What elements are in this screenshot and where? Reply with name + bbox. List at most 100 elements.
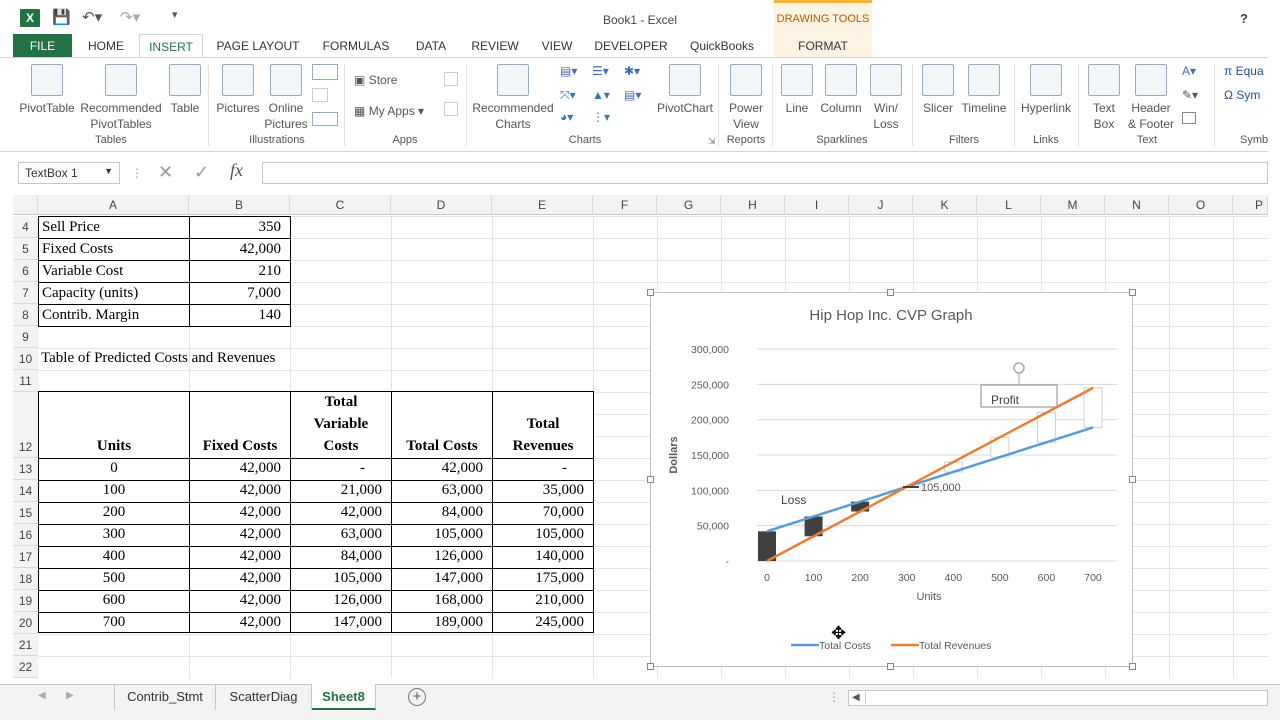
input-label[interactable]: Capacity (units) [42, 285, 138, 302]
y-axis-ticks[interactable]: - 50,000 100,000 150,000 200,000 250,000 300,0… [691, 344, 729, 568]
header-total-costs[interactable]: Total Costs [392, 438, 492, 455]
sheet-tab-sheet8[interactable]: Sheet8 [312, 684, 376, 710]
input-label[interactable]: Variable Cost [42, 263, 123, 280]
table-cell[interactable]: 147,000 [291, 614, 391, 631]
pivottable-button[interactable]: PivotTable [18, 64, 76, 116]
area-chart-icon[interactable]: ▲▾ [592, 88, 610, 102]
table-cell[interactable]: 105,000 [392, 526, 492, 543]
smartart-icon[interactable] [312, 88, 328, 102]
column-header[interactable]: O [1169, 195, 1233, 215]
column-header[interactable]: A [38, 195, 189, 215]
recommended-pivottables-button[interactable]: Recommended PivotTables [78, 64, 164, 132]
row-header[interactable]: 11 [13, 370, 38, 392]
pictures-button[interactable]: Pictures [214, 64, 262, 116]
column-header[interactable]: J [849, 195, 913, 215]
help-button[interactable]: ? [1240, 11, 1248, 26]
recommended-charts-button[interactable]: Recommended Charts [470, 64, 556, 132]
sparkline-column-button[interactable]: Column [818, 64, 864, 116]
bing-maps-icon[interactable] [444, 72, 458, 86]
table-cell[interactable]: 42,000 [190, 504, 290, 521]
table-cell[interactable]: 84,000 [392, 504, 492, 521]
resize-handle[interactable] [647, 476, 654, 483]
row-header[interactable]: 9 [13, 326, 38, 348]
table-cell[interactable]: 300 [39, 526, 189, 543]
row-header[interactable]: 21 [13, 634, 38, 656]
select-all-corner[interactable] [13, 195, 38, 215]
column-header[interactable]: L [977, 195, 1041, 215]
input-label[interactable]: Fixed Costs [42, 241, 113, 258]
rotate-handle-icon[interactable] [1013, 362, 1025, 374]
x-axis-ticks[interactable]: 0 100 200 300 400 500 600 700 [764, 572, 1102, 584]
column-chart-icon[interactable]: ▤▾ [560, 64, 577, 78]
header-units[interactable]: Units [39, 438, 189, 455]
table-cell[interactable]: 400 [39, 548, 189, 565]
stock-chart-icon[interactable]: ▤▾ [624, 88, 641, 102]
chart-series[interactable] [766, 386, 1094, 563]
table-cell[interactable]: 210,000 [493, 592, 593, 609]
table-title[interactable]: Table of Predicted Costs and Revenues [41, 350, 275, 367]
column-header[interactable]: M [1041, 195, 1105, 215]
row-header[interactable]: 8 [13, 304, 38, 326]
formula-input[interactable] [262, 162, 1268, 184]
row-header[interactable]: 13 [13, 458, 38, 480]
breakeven-label[interactable]: 105,000 [921, 482, 961, 494]
tab-page-layout[interactable]: PAGE LAYOUT [212, 34, 304, 58]
object-icon[interactable] [1182, 112, 1196, 124]
resize-handle[interactable] [887, 289, 894, 296]
row-header[interactable]: 16 [13, 524, 38, 546]
chart-legend[interactable]: Total Costs Total Revenues [791, 640, 991, 652]
row-header[interactable]: 14 [13, 480, 38, 502]
table-cell[interactable]: 245,000 [493, 614, 593, 631]
symbol-button[interactable]: Ω Sym [1224, 88, 1260, 102]
name-box[interactable]: TextBox 1 ▼ [18, 162, 120, 184]
column-header[interactable]: B [189, 195, 290, 215]
wordart-icon[interactable]: A▾ [1182, 64, 1196, 78]
table-cell[interactable]: 63,000 [291, 526, 391, 543]
row-header[interactable]: 19 [13, 590, 38, 612]
hyperlink-button[interactable]: Hyperlink [1018, 64, 1074, 116]
row-header[interactable]: 12 [13, 392, 38, 458]
chart-title[interactable]: Hip Hop Inc. CVP Graph [809, 307, 972, 324]
cancel-entry-icon[interactable]: ✕ [158, 162, 173, 183]
bar-chart-icon[interactable]: ☰▾ [592, 64, 609, 78]
signature-line-icon[interactable]: ✎▾ [1182, 88, 1198, 102]
table-cell[interactable]: 42,000 [190, 570, 290, 587]
cvp-chart[interactable]: Hip Hop Inc. CVP Graph - 50,000 100,000 150… [650, 292, 1133, 667]
table-cell[interactable]: 100 [39, 482, 189, 499]
row-header[interactable]: 7 [13, 282, 38, 304]
row-header[interactable]: 6 [13, 260, 38, 282]
shapes-icon[interactable] [312, 64, 338, 80]
online-pictures-button[interactable]: Online Pictures [264, 64, 308, 132]
resize-handle[interactable] [1129, 476, 1136, 483]
table-cell[interactable]: 21,000 [291, 482, 391, 499]
table-cell[interactable]: 175,000 [493, 570, 593, 587]
table-cell[interactable]: 42,000 [291, 504, 391, 521]
input-value[interactable]: 7,000 [190, 285, 290, 302]
timeline-button[interactable]: Timeline [958, 64, 1010, 116]
profit-label[interactable]: Profit [991, 393, 1020, 407]
table-cell[interactable]: - [493, 460, 593, 477]
row-header[interactable]: 22 [13, 656, 38, 678]
table-cell[interactable]: 42,000 [190, 482, 290, 499]
text-box-button[interactable]: Text Box [1084, 64, 1124, 132]
tab-insert[interactable]: INSERT [139, 34, 203, 58]
column-header[interactable]: H [721, 195, 785, 215]
column-header[interactable]: E [492, 195, 593, 215]
table-cell[interactable]: 168,000 [392, 592, 492, 609]
tab-view[interactable]: VIEW [534, 34, 580, 58]
tab-file[interactable]: FILE [13, 34, 72, 58]
confirm-entry-icon[interactable]: ✓ [194, 162, 209, 183]
table-cell[interactable]: 105,000 [493, 526, 593, 543]
table-cell[interactable]: 0 [39, 460, 189, 477]
row-header[interactable]: 18 [13, 568, 38, 590]
tab-formulas[interactable]: FORMULAS [316, 34, 396, 58]
table-cell[interactable]: 140,000 [493, 548, 593, 565]
table-cell[interactable]: 63,000 [392, 482, 492, 499]
input-value[interactable]: 42,000 [190, 241, 290, 258]
horizontal-scrollbar[interactable]: ◀ [848, 690, 1268, 706]
loss-label[interactable]: Loss [781, 493, 806, 507]
scrollbar-thumb[interactable] [865, 692, 1265, 704]
table-cell[interactable]: 35,000 [493, 482, 593, 499]
column-header[interactable]: G [657, 195, 721, 215]
table-cell[interactable]: - [291, 460, 391, 477]
